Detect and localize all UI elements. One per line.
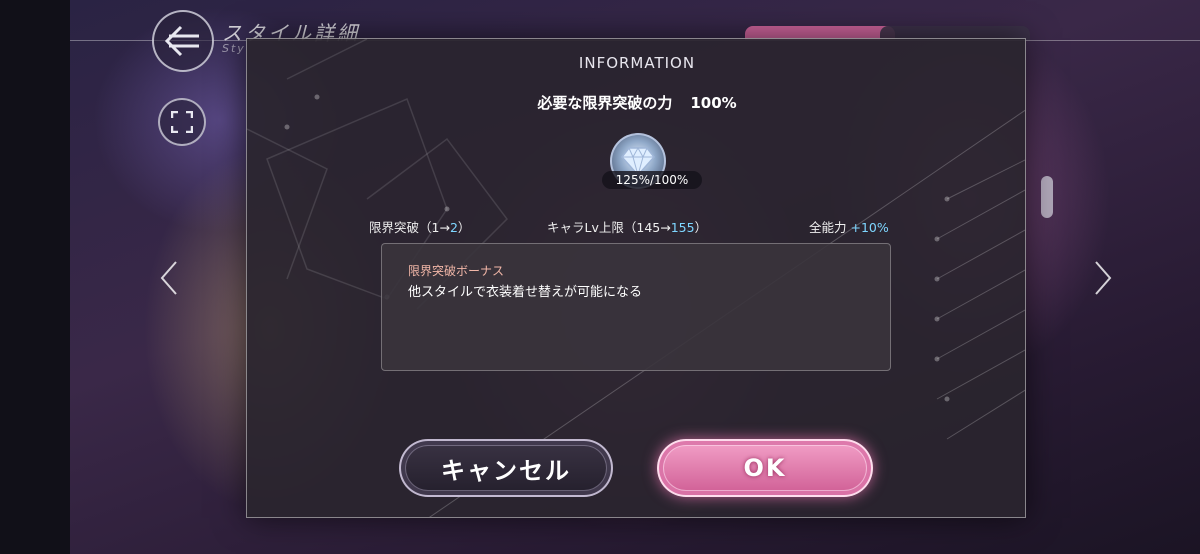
required-power-label: 必要な限界突破の力: [537, 94, 673, 112]
bonus-box: 限界突破ボーナス 他スタイルで衣装着せ替えが可能になる: [381, 243, 891, 371]
stat-all-stats-label: 全能力: [809, 220, 847, 235]
scrollbar[interactable]: [1041, 176, 1053, 218]
stat-level-cap-label: キャラLv上限（145→: [547, 220, 671, 235]
bonus-text: 他スタイルで衣装着せ替えが可能になる: [408, 285, 643, 300]
information-dialog: INFORMATION 必要な限界突破の力 100% 125%/100% 限界突破…: [246, 38, 1026, 518]
stat-all-stats: 全能力 +10%: [809, 217, 889, 236]
cancel-button-label: キャンセル: [441, 456, 571, 485]
stat-level-cap: キャラLv上限（145→155）: [547, 217, 707, 236]
expand-icon: [171, 111, 193, 133]
stat-limit-break-label: 限界突破（1→: [369, 220, 450, 235]
stat-limit-break: 限界突破（1→2）: [369, 217, 470, 236]
stat-all-stats-value: +10%: [850, 220, 889, 235]
chevron-right-icon[interactable]: [1092, 260, 1114, 296]
expand-button[interactable]: [158, 98, 206, 146]
cancel-button[interactable]: キャンセル: [399, 439, 613, 497]
gem-count: 125%/100%: [602, 171, 702, 189]
required-power-row: 必要な限界突破の力 100%: [247, 92, 1025, 113]
stat-level-cap-value: 155: [670, 220, 695, 235]
bonus-title: 限界突破ボーナス: [408, 264, 505, 278]
stat-level-cap-suffix: ）: [694, 220, 708, 235]
back-button[interactable]: [152, 10, 214, 72]
ok-button[interactable]: OK: [657, 439, 873, 497]
ok-button-label: OK: [743, 454, 787, 482]
chevron-left-icon[interactable]: [158, 260, 180, 296]
stat-limit-break-value: 2: [449, 220, 458, 235]
left-bezel: [0, 0, 70, 554]
required-power-percent: 100%: [690, 94, 737, 112]
stat-limit-break-suffix: ）: [457, 220, 471, 235]
back-arrow-icon: [164, 25, 199, 57]
page-subtitle: Sty: [222, 42, 246, 55]
dialog-title: INFORMATION: [578, 54, 696, 72]
